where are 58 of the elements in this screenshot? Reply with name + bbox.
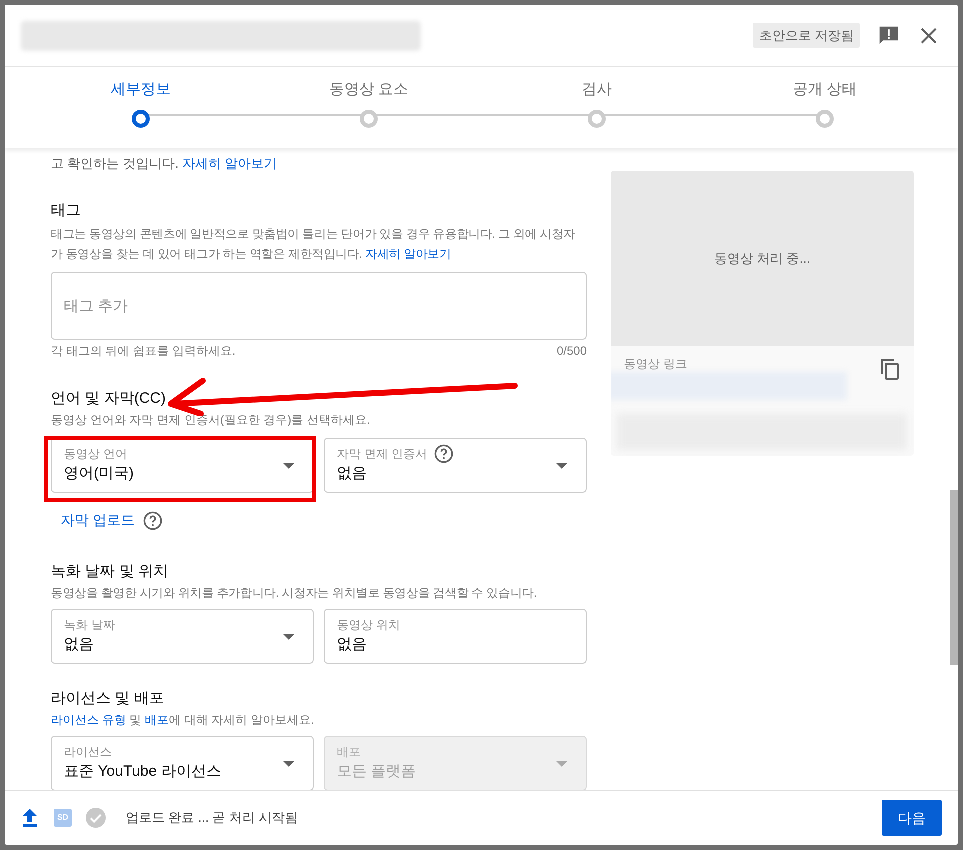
dropdown-field[interactable]: 동영상 언어 영어(미국) xyxy=(51,438,314,493)
dropdown-field[interactable]: 녹화 날짜 없음 xyxy=(51,609,314,664)
processing-status: 동영상 처리 중... xyxy=(714,250,811,268)
learn-more-link[interactable]: 자세히 알아보기 xyxy=(366,247,452,261)
tags-input-field[interactable]: 태그 추가 xyxy=(51,272,587,340)
step-label[interactable]: 검사 xyxy=(582,79,612,102)
section-description: 동영상 언어와 자막 면제 인증서(필요한 경우)를 선택하세요. xyxy=(51,412,372,429)
section-title: 라이선스 및 배포 xyxy=(51,689,166,709)
description-text: 에 대해 자세히 알아보세요. xyxy=(169,713,314,727)
field-value: 영어(미국) xyxy=(64,464,134,484)
field-label: 라이선스 xyxy=(64,744,112,761)
section-title: 태그 xyxy=(51,201,82,221)
field-label: 동영상 언어 xyxy=(64,446,128,463)
tags-counter: 0/500 xyxy=(556,343,587,360)
draft-saved-badge: 초안으로 저장됨 xyxy=(753,22,860,48)
dropdown-arrow-icon xyxy=(283,463,295,469)
step-label[interactable]: 공개 상태 xyxy=(792,79,858,102)
field-label: 배포 xyxy=(337,744,361,761)
field-label: 자막 면제 인증서 xyxy=(337,446,428,463)
sd-quality-badge: SD xyxy=(54,809,72,827)
section-description: 동영상을 촬영한 시기와 위치를 추가합니다. 시청자는 위치별로 동영상을 검색할 수 있습니다. xyxy=(51,585,538,602)
field-value: 없음 xyxy=(337,464,367,484)
dropdown-field[interactable]: 자막 면제 인증서 없음 xyxy=(324,438,587,493)
video-link-label: 동영상 링크 xyxy=(624,357,688,371)
tags-hint: 각 태그의 뒤에 쉼표를 입력하세요. xyxy=(51,343,236,360)
field-value: 모든 플랫폼 xyxy=(337,762,416,782)
dropdown-arrow-icon xyxy=(283,761,295,767)
section-title: 녹화 날짜 및 위치 xyxy=(51,562,170,582)
description-text: 및 xyxy=(128,713,143,727)
help-icon[interactable] xyxy=(142,510,163,530)
scrollbar-thumb[interactable] xyxy=(950,490,958,665)
section-title: 언어 및 자막(CC) xyxy=(51,389,166,409)
dropdown-arrow-icon xyxy=(556,463,568,469)
next-button[interactable]: 다음 xyxy=(882,800,942,836)
input-field[interactable]: 동영상 위치 없음 xyxy=(324,609,587,664)
field-value: 없음 xyxy=(64,635,94,655)
upload-status: 업로드 완료 ... 곧 처리 시작됨 xyxy=(126,809,298,828)
upload-icon xyxy=(21,808,39,828)
learn-more-link[interactable]: 라이선스 유형 xyxy=(51,713,126,727)
learn-more-link[interactable]: 배포 xyxy=(145,713,170,727)
step-label[interactable]: 동영상 요소 xyxy=(329,79,409,102)
field-value: 없음 xyxy=(337,635,367,655)
field-label: 녹화 날짜 xyxy=(64,617,116,634)
help-icon[interactable] xyxy=(434,444,454,464)
dropdown-arrow-icon xyxy=(283,634,295,640)
close-icon[interactable] xyxy=(920,26,938,44)
field-value: 표준 YouTube 라이선스 xyxy=(64,762,222,782)
field-label: 동영상 위치 xyxy=(337,617,400,634)
upload-subtitles-link[interactable]: 자막 업로드 xyxy=(61,510,135,531)
step-label[interactable]: 세부정보 xyxy=(111,79,171,102)
check-circle-icon xyxy=(86,808,106,828)
dropdown-arrow-icon xyxy=(556,761,568,767)
learn-more-link[interactable]: 자세히 알아보기 xyxy=(182,156,278,171)
intro-text: 고 확인하는 것입니다. 자세히 알아보기 xyxy=(51,155,278,173)
copy-icon[interactable] xyxy=(880,358,900,380)
feedback-icon[interactable] xyxy=(878,24,900,46)
dropdown-field[interactable]: 라이선스 표준 YouTube 라이선스 xyxy=(51,736,314,790)
section-description: 태그는 동영상의 콘텐츠에 일반적으로 맞춤법이 틀리는 단어가 있을 경우 유용합니다. 그 외에 시청자가 동영상을 찾는 데 있어 태그가 하는 역할은 제한적입니다. 자세히 알아보기 xyxy=(51,226,577,263)
